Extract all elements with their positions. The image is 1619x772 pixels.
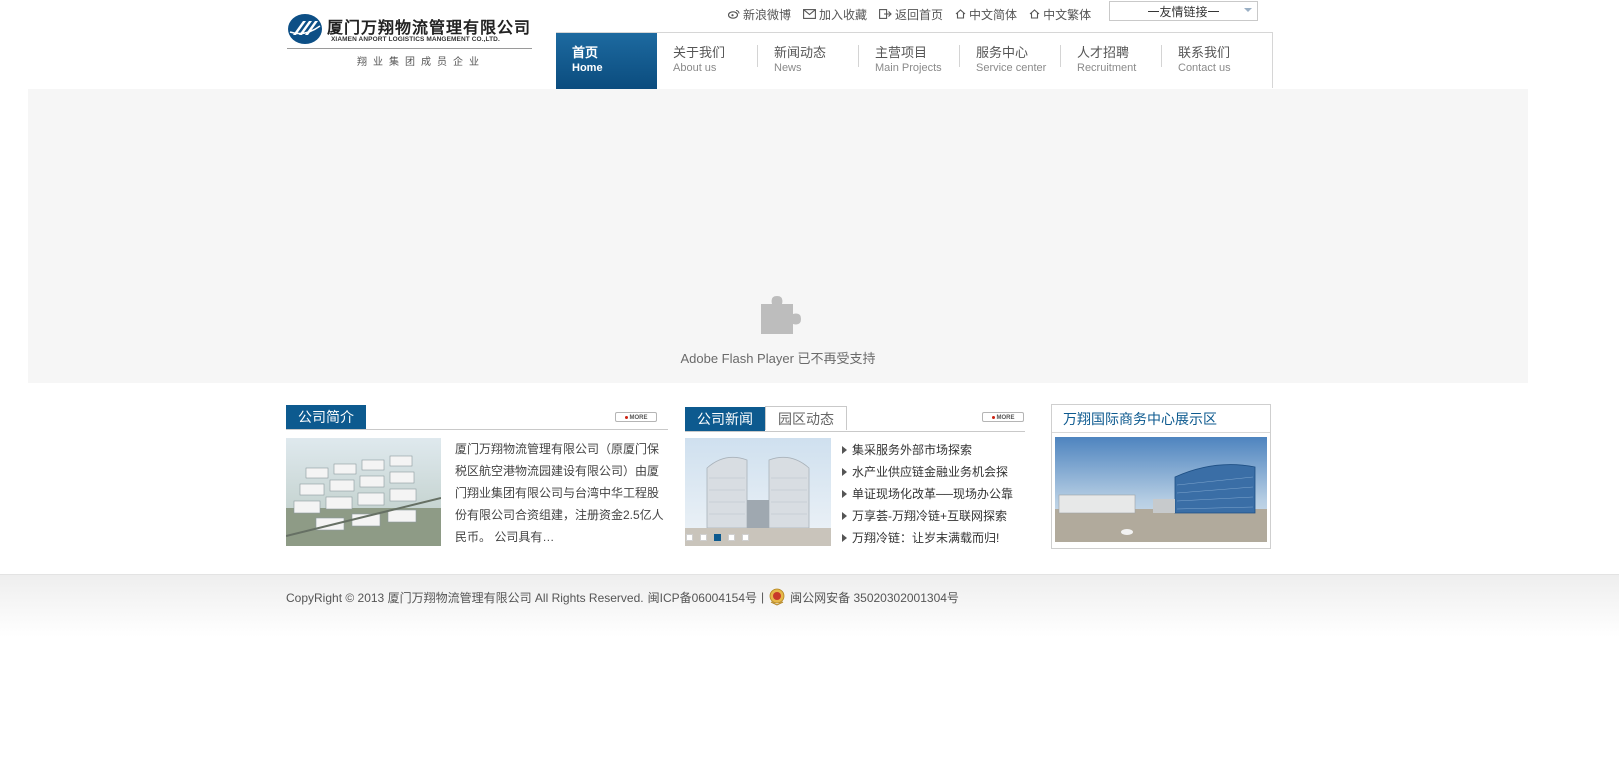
bullet-icon xyxy=(991,415,995,419)
footer-copyright: CopyRight © 2013 厦门万翔物流管理有限公司 All Rights… xyxy=(286,590,644,605)
nav-service[interactable]: 服务中心 Service center xyxy=(960,33,1061,89)
mail-icon xyxy=(803,9,816,19)
top-links: 新浪微博 加入收藏 返回首页 中文简体 中文繁体 xyxy=(728,5,1103,23)
nav-label-cn: 主营项目 xyxy=(875,45,928,60)
toplink-label: 加入收藏 xyxy=(819,7,868,22)
footer-separator: | xyxy=(761,590,765,604)
bullet-icon xyxy=(624,415,628,419)
friend-links-select[interactable]: 一友情链接一 xyxy=(1109,1,1258,21)
slider-dot[interactable] xyxy=(742,534,749,541)
showcase-title[interactable]: 万翔国际商务中心展示区 xyxy=(1063,409,1217,429)
friend-links-value: 一友情链接一 xyxy=(1147,4,1220,19)
nav-label-en: About us xyxy=(673,62,717,74)
flash-unsupported-message: Adobe Flash Player 已不再受支持 xyxy=(680,351,876,366)
news-item[interactable]: 集采服务外部市场探索 xyxy=(840,442,1030,464)
news-item[interactable]: 水产业供应链金融业务机会探 xyxy=(840,464,1030,486)
slider-dot[interactable] xyxy=(686,534,693,541)
section-divider xyxy=(286,429,668,430)
nav-home[interactable]: 首页 Home xyxy=(556,33,657,89)
slider-dot-active[interactable] xyxy=(714,534,721,541)
toplink-traditional[interactable]: 中文繁体 xyxy=(1029,6,1091,23)
exit-icon xyxy=(879,9,892,19)
company-logo[interactable]: 厦门万翔物流管理有限公司 XIAMEN ANPORT LOGISTICS MAN… xyxy=(287,12,535,70)
flash-banner: Adobe Flash Player 已不再受支持 xyxy=(28,89,1528,383)
nav-label-en: News xyxy=(774,62,802,74)
puzzle-plugin-icon xyxy=(761,296,801,334)
more-label: MORE xyxy=(996,415,1015,421)
logo-name-en: XIAMEN ANPORT LOGISTICS MANGEMENT CO.,LT… xyxy=(331,36,500,43)
nav-label-cn: 服务中心 xyxy=(976,45,1029,60)
slider-dot[interactable] xyxy=(700,534,707,541)
news-more-button[interactable]: MORE xyxy=(982,412,1024,422)
slider-dot[interactable] xyxy=(728,534,735,541)
logo-mark-icon xyxy=(288,14,322,44)
chevron-down-icon xyxy=(1244,8,1252,12)
news-item[interactable]: 万翔冷链：让岁末满载而归! xyxy=(840,530,1030,552)
home-icon xyxy=(955,9,966,19)
logo-tagline: 翔业集团成员企业 xyxy=(357,57,485,68)
nav-contact[interactable]: 联系我们 Contact us xyxy=(1162,33,1263,89)
police-badge-icon xyxy=(769,588,785,606)
toplink-simplified[interactable]: 中文简体 xyxy=(955,6,1017,23)
section-divider xyxy=(685,431,1025,432)
toplink-weibo[interactable]: 新浪微博 xyxy=(728,6,791,23)
nav-label-cn: 新闻动态 xyxy=(774,45,827,60)
showcase-panel: 万翔国际商务中心展示区 xyxy=(1051,404,1271,549)
nav-projects[interactable]: 主营项目 Main Projects xyxy=(859,33,960,89)
intro-more-button[interactable]: MORE xyxy=(615,412,657,422)
nav-recruitment[interactable]: 人才招聘 Recruitment xyxy=(1061,33,1162,89)
nav-label-cn: 关于我们 xyxy=(673,45,726,60)
nav-about[interactable]: 关于我们 About us xyxy=(657,33,758,89)
nav-label-cn: 联系我们 xyxy=(1178,45,1231,60)
tab-company-news[interactable]: 公司新闻 xyxy=(685,407,765,431)
section-divider xyxy=(1052,432,1270,433)
nav-news[interactable]: 新闻动态 News xyxy=(758,33,859,89)
nav-label-en: Service center xyxy=(976,62,1047,74)
weibo-icon xyxy=(728,9,740,19)
tab-company-intro[interactable]: 公司简介 xyxy=(286,405,366,429)
news-list: 集采服务外部市场探索 水产业供应链金融业务机会探 单证现场化改革──现场办公靠 … xyxy=(840,442,1030,552)
toplink-label: 中文繁体 xyxy=(1043,7,1092,22)
toplink-favorite[interactable]: 加入收藏 xyxy=(803,6,867,23)
site-footer: CopyRight © 2013 厦门万翔物流管理有限公司 All Rights… xyxy=(0,574,1619,637)
toplink-home[interactable]: 返回首页 xyxy=(879,6,943,23)
footer-icp-link[interactable]: 闽ICP备06004154号 xyxy=(648,589,757,606)
main-nav: 首页 Home 关于我们 About us 新闻动态 News 主营项目 Mai… xyxy=(556,32,1273,89)
nav-label-cn: 首页 xyxy=(572,45,599,60)
footer-info: CopyRight © 2013 厦门万翔物流管理有限公司 All Rights… xyxy=(286,588,959,606)
company-intro-text: 厦门万翔物流管理有限公司（原厦门保税区航空港物流园建设有限公司）由厦门翔业集团有… xyxy=(455,442,664,544)
nav-label-cn: 人才招聘 xyxy=(1077,45,1130,60)
news-item[interactable]: 单证现场化改革──现场办公靠 xyxy=(840,486,1030,508)
news-slider-dots xyxy=(686,534,756,541)
more-label: MORE xyxy=(629,415,648,421)
logistics-park-image xyxy=(286,438,441,546)
nav-label-en: Main Projects xyxy=(875,62,942,74)
nav-label-en: Contact us xyxy=(1178,62,1231,74)
business-center-image[interactable] xyxy=(1055,437,1267,542)
home-icon xyxy=(1029,9,1040,19)
tab-park-news[interactable]: 园区动态 xyxy=(765,406,847,430)
footer-police-record[interactable]: 闽公网安备 35020302001304号 xyxy=(790,589,959,606)
logo-divider xyxy=(287,48,532,49)
nav-label-en: Recruitment xyxy=(1077,62,1137,74)
nav-label-en: Home xyxy=(572,62,603,74)
toplink-label: 中文简体 xyxy=(969,7,1018,22)
toplink-label: 返回首页 xyxy=(895,7,944,22)
news-item[interactable]: 万享荟-万翔冷链+互联网探索 xyxy=(840,508,1030,530)
logo-name-cn: 厦门万翔物流管理有限公司 xyxy=(327,18,532,37)
toplink-label: 新浪微博 xyxy=(743,7,792,22)
news-building-image xyxy=(685,438,831,546)
